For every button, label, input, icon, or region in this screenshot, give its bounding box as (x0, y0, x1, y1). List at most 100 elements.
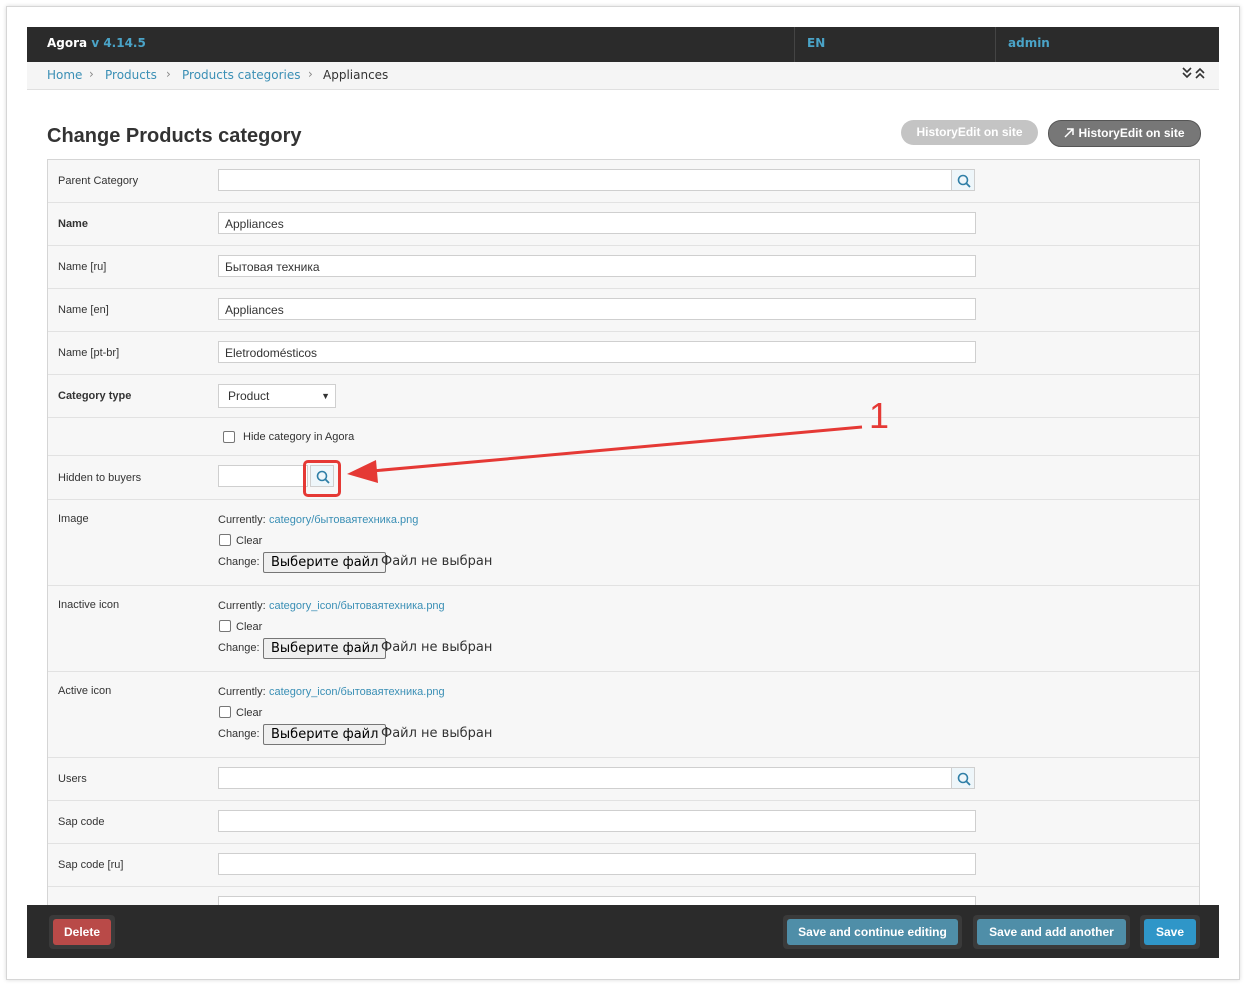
clear-label: Clear (236, 707, 263, 719)
clear-label: Clear (236, 621, 263, 633)
parent-category-label: Parent Category (58, 175, 139, 187)
sap-code-input[interactable] (218, 810, 976, 832)
delete-button-wrap: Delete (49, 915, 115, 949)
history-button[interactable]: HistoryEdit on site (1048, 120, 1201, 147)
search-icon (957, 772, 971, 786)
clear-inactive-icon-checkbox[interactable] (219, 620, 231, 632)
name-ru-label: Name [ru] (58, 261, 107, 273)
form-row-name-ru: Name [ru] Бытовая техника (48, 246, 1199, 289)
currently-label: Currently: (218, 514, 266, 526)
user-name: admin (1008, 36, 1050, 50)
breadcrumb: Home › Products › Products categories › … (27, 62, 1219, 90)
save-continue-button[interactable]: Save and continue editing (787, 919, 958, 945)
current-inactive-icon-link[interactable]: category_icon/бытоваятехника.png (269, 600, 445, 612)
collapse-expand-icon[interactable] (1181, 66, 1207, 84)
top-navbar: Agora v 4.14.5 EN admin (27, 27, 1219, 62)
change-label: Change: (218, 728, 260, 740)
user-menu[interactable]: admin (995, 27, 1220, 62)
form-row-hide-category: Hide category in Agora (48, 418, 1199, 456)
external-link-icon (1064, 128, 1075, 138)
name-input[interactable]: Appliances (218, 212, 976, 234)
currently-label: Currently: (218, 600, 266, 612)
app-name: Agora (47, 36, 88, 50)
clear-image-checkbox[interactable] (219, 534, 231, 546)
current-active-icon-link[interactable]: category_icon/бытоваятехника.png (269, 686, 445, 698)
breadcrumb-current: Appliances (323, 68, 389, 82)
language-label: EN (807, 36, 826, 50)
form-row-parent-category: Parent Category (48, 160, 1199, 203)
breadcrumb-products[interactable]: Products (105, 68, 157, 82)
hide-category-label: Hide category in Agora (243, 431, 355, 443)
choose-file-button[interactable]: Выберите файл (263, 552, 387, 573)
name-en-input[interactable]: Appliances (218, 298, 976, 320)
change-label: Change: (218, 642, 260, 654)
sap-code-ru-label: Sap code [ru] (58, 859, 124, 871)
hide-category-checkbox[interactable] (223, 431, 235, 443)
breadcrumb-products-categories[interactable]: Products categories (182, 68, 301, 82)
app-version: v 4.14.5 (91, 36, 146, 50)
form-row-category-type: Category type Product ▼ (48, 375, 1199, 418)
form-row-inactive-icon: Inactive icon Currently: category_icon/б… (48, 586, 1199, 672)
name-ptbr-label: Name [pt-br] (58, 347, 120, 359)
hidden-to-buyers-input[interactable] (218, 465, 308, 487)
users-label: Users (58, 773, 87, 785)
language-switcher[interactable]: EN (794, 27, 995, 62)
file-status: Файл не выбран (381, 640, 493, 655)
form-row-sap-code-ru: Sap code [ru] (48, 844, 1199, 887)
lookup-button[interactable] (951, 767, 975, 789)
search-icon (957, 174, 971, 188)
form-row-name: Name Appliances (48, 203, 1199, 246)
breadcrumb-home[interactable]: Home (47, 68, 82, 82)
form-row-active-icon: Active icon Currently: category_icon/быт… (48, 672, 1199, 758)
currently-label: Currently: (218, 686, 266, 698)
form-row-sap-code: Sap code (48, 801, 1199, 844)
sap-code-label: Sap code (58, 816, 105, 828)
annotation-number: 1 (869, 395, 890, 436)
sap-code-ru-input[interactable] (218, 853, 976, 875)
form-row-name-en: Name [en] Appliances (48, 289, 1199, 332)
change-label: Change: (218, 556, 260, 568)
submit-row: Delete Save and continue editing Save an… (27, 905, 1219, 958)
change-form: Parent Category Name Appliances Name [ru… (47, 159, 1200, 921)
choose-file-button[interactable]: Выберите файл (263, 724, 387, 745)
form-row-users: Users (48, 758, 1199, 801)
save-continue-wrap: Save and continue editing (783, 915, 962, 949)
save-add-wrap: Save and add another (973, 915, 1130, 949)
inactive-icon-label: Inactive icon (58, 599, 120, 611)
chevron-down-icon: ▼ (321, 391, 330, 401)
history-button-disabled[interactable]: HistoryEdit on site (901, 120, 1038, 145)
breadcrumb-separator: › (308, 67, 313, 81)
window-frame: Agora v 4.14.5 EN admin Home › Products … (6, 6, 1240, 980)
form-row-image: Image Currently: category/бытоваятехника… (48, 500, 1199, 586)
category-type-select[interactable]: Product ▼ (218, 384, 336, 408)
file-status: Файл не выбран (381, 726, 493, 741)
form-row-name-ptbr: Name [pt-br] Eletrodomésticos (48, 332, 1199, 375)
active-icon-label: Active icon (58, 685, 112, 697)
page-title: Change Products category (47, 125, 302, 147)
users-input[interactable] (218, 767, 952, 789)
clear-active-icon-checkbox[interactable] (219, 706, 231, 718)
annotation-highlight-box (303, 460, 341, 497)
delete-button[interactable]: Delete (53, 919, 111, 945)
name-label: Name (58, 218, 88, 230)
breadcrumb-separator: › (89, 67, 94, 81)
lookup-button[interactable] (951, 169, 975, 191)
name-en-label: Name [en] (58, 304, 109, 316)
breadcrumb-separator: › (166, 67, 171, 81)
category-type-value: Product (228, 389, 270, 403)
parent-category-input[interactable] (218, 169, 952, 191)
app-brand[interactable]: Agora v 4.14.5 (47, 36, 146, 50)
name-ptbr-input[interactable]: Eletrodomésticos (218, 341, 976, 363)
current-image-link[interactable]: category/бытоваятехника.png (269, 514, 418, 526)
file-status: Файл не выбран (381, 554, 493, 569)
history-button-label: HistoryEdit on site (1078, 126, 1185, 140)
form-row-hidden-to-buyers: Hidden to buyers (48, 456, 1199, 500)
save-button[interactable]: Save (1144, 919, 1196, 945)
hidden-to-buyers-label: Hidden to buyers (58, 472, 142, 484)
save-wrap: Save (1140, 915, 1200, 949)
save-add-button[interactable]: Save and add another (977, 919, 1126, 945)
name-ru-input[interactable]: Бытовая техника (218, 255, 976, 277)
image-label: Image (58, 513, 89, 525)
choose-file-button[interactable]: Выберите файл (263, 638, 387, 659)
clear-label: Clear (236, 535, 263, 547)
